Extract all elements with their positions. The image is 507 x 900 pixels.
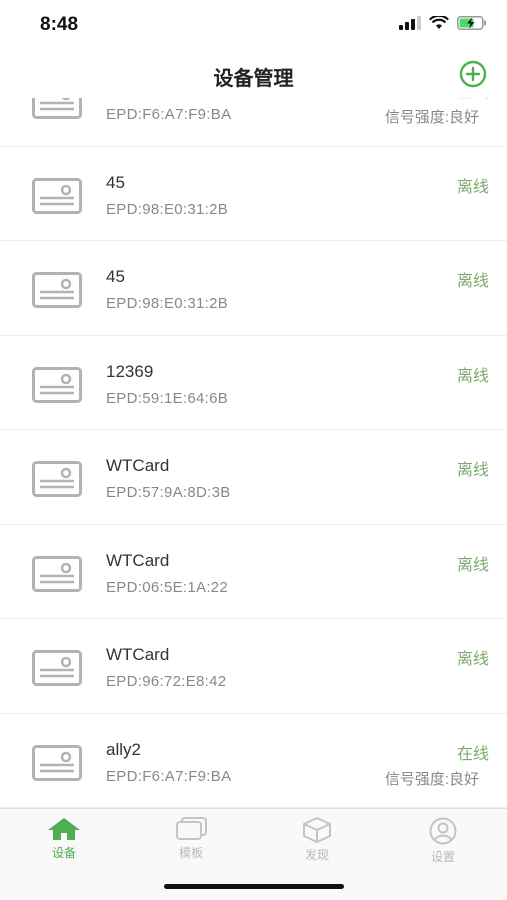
cube-icon	[303, 817, 331, 843]
device-row[interactable]: WTCard EPD:57:9A:8D:3B 离线	[0, 430, 507, 525]
nav-bar: 设备管理	[0, 50, 507, 98]
tab-settings[interactable]: 设置	[398, 815, 488, 871]
epaper-card-icon	[32, 366, 82, 403]
tab-label: 模板	[178, 846, 203, 860]
home-icon	[48, 818, 80, 840]
epaper-card-icon	[32, 272, 82, 308]
device-status: 离线	[456, 273, 489, 290]
device-name: WTCard	[106, 456, 170, 475]
status-icons	[399, 16, 487, 30]
tab-templates[interactable]: 模板	[146, 815, 236, 871]
device-mac: EPD:59:1E:64:6B	[106, 389, 229, 407]
device-status: 在线	[456, 745, 489, 763]
epaper-card-icon	[32, 177, 82, 214]
device-row[interactable]: WTCard EPD:96:72:E8:42 离线	[0, 619, 507, 714]
device-row[interactable]: ally2 EPD:F6:A7:F9:BA 在线信号强度:良好	[0, 713, 507, 808]
device-name: 45	[106, 172, 125, 192]
device-status: 离线	[456, 367, 489, 385]
device-row[interactable]: ally2EPD:F6:A7:F9:BA在线信号强度:良好	[0, 98, 507, 147]
tab-discover[interactable]: 发现	[272, 815, 362, 871]
status-time: 8:48	[40, 14, 79, 35]
tab-label: 设备	[51, 846, 76, 860]
tab-label: 发现	[304, 848, 329, 862]
device-status: 在线	[457, 98, 489, 102]
tab-label: 设置	[430, 850, 455, 864]
page-title: 设备管理	[213, 68, 294, 90]
device-row[interactable]: 12369 EPD:59:1E:64:6B 离线	[0, 335, 507, 430]
wifi-icon	[429, 16, 449, 29]
add-device-button[interactable]	[459, 60, 487, 88]
template-icon	[176, 817, 207, 840]
device-mac: EPD:F6:A7:F9:BA	[106, 767, 232, 785]
device-status: 离线	[456, 462, 489, 479]
epaper-card-icon	[32, 98, 82, 119]
battery-charging-icon	[457, 16, 486, 30]
epaper-card-icon	[32, 555, 82, 592]
device-mac: EPD:98:E0:31:2B	[106, 200, 229, 218]
device-status: 离线	[456, 556, 489, 574]
device-mac: EPD:F6:A7:F9:BA	[106, 106, 232, 123]
device-signal: 信号强度:良好	[384, 109, 479, 126]
device-row[interactable]: WTCard EPD:06:5E:1A:22 离线	[0, 524, 507, 619]
home-indicator	[164, 884, 344, 889]
epaper-card-icon	[32, 461, 82, 497]
status-bar: 8:48	[0, 0, 507, 50]
device-name: 45	[106, 267, 125, 286]
epaper-card-icon	[32, 744, 82, 781]
user-icon	[429, 817, 457, 845]
tab-devices[interactable]: 设备	[19, 815, 109, 871]
device-row[interactable]: 45 EPD:98:E0:31:2B 离线	[0, 146, 507, 241]
device-mac: EPD:98:E0:31:2B	[106, 295, 229, 312]
device-name: ally2	[106, 739, 141, 759]
device-name: WTCard	[106, 645, 170, 664]
device-name: 12369	[106, 361, 154, 381]
epaper-card-icon	[32, 650, 82, 686]
device-mac: EPD:96:72:E8:42	[106, 673, 227, 690]
device-row[interactable]: 45 EPD:98:E0:31:2B 离线	[0, 241, 507, 336]
device-list-content: ally2EPD:F6:A7:F9:BA在线信号强度:良好45EPD:98:E0…	[0, 98, 507, 808]
device-mac: EPD:06:5E:1A:22	[106, 578, 229, 596]
device-list[interactable]: ally2EPD:F6:A7:F9:BA在线信号强度:良好45EPD:98:E0…	[0, 98, 507, 808]
device-name: WTCard	[106, 550, 170, 570]
device-signal: 信号强度:良好	[384, 770, 479, 788]
cellular-signal-icon	[399, 16, 421, 30]
device-status: 离线	[456, 178, 489, 196]
device-mac: EPD:57:9A:8D:3B	[106, 484, 231, 501]
device-status: 离线	[456, 651, 489, 668]
